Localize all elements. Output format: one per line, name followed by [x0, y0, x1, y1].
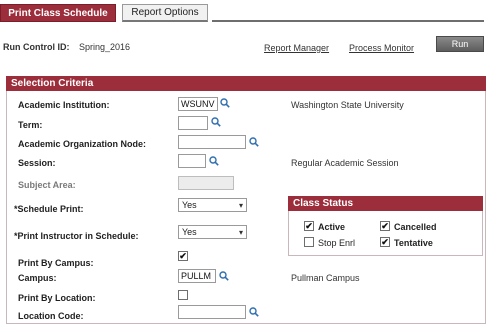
- chevron-down-icon: ▾: [238, 200, 243, 210]
- class-status-title: Class Status: [293, 198, 354, 209]
- session-description: Regular Academic Session: [291, 158, 399, 168]
- campus-input[interactable]: PULLM: [178, 269, 216, 283]
- term-label: Term:: [18, 120, 43, 130]
- academic-institution-description: Washington State University: [291, 100, 404, 110]
- checkmark-icon: ✔: [179, 250, 187, 261]
- checkmark-icon: ✔: [381, 220, 389, 231]
- location-code-input[interactable]: [178, 305, 246, 319]
- academic-org-node-label: Academic Organization Node:: [18, 139, 147, 149]
- print-by-location-checkbox[interactable]: [178, 290, 188, 300]
- print-by-campus-checkbox[interactable]: ✔: [178, 251, 188, 261]
- tab-print-class-schedule-label: Print Class Schedule: [8, 7, 108, 19]
- class-status-header: Class Status: [288, 196, 483, 211]
- print-instructor-label: *Print Instructor in Schedule:: [14, 231, 139, 241]
- tab-bar-divider: [212, 20, 484, 22]
- checkmark-icon: ✔: [381, 236, 389, 247]
- run-button[interactable]: Run: [436, 36, 484, 52]
- subject-area-input: [178, 176, 234, 190]
- run-control-value: Spring_2016: [79, 42, 131, 52]
- academic-org-node-input[interactable]: [178, 135, 246, 149]
- report-manager-link[interactable]: Report Manager: [264, 43, 329, 53]
- cancelled-checkbox[interactable]: ✔: [380, 221, 390, 231]
- chevron-down-icon: ▾: [238, 227, 243, 237]
- session-label: Session:: [18, 158, 56, 168]
- tab-report-options-label: Report Options: [131, 7, 199, 18]
- run-button-label: Run: [451, 39, 469, 49]
- schedule-print-label: *Schedule Print:: [14, 204, 84, 214]
- location-code-label: Location Code:: [18, 311, 84, 321]
- print-by-location-label: Print By Location:: [18, 293, 96, 303]
- selection-criteria-title: Selection Criteria: [11, 78, 94, 89]
- session-lookup-icon[interactable]: [209, 156, 219, 166]
- active-label: Active: [318, 222, 346, 232]
- tentative-label: Tentative: [394, 238, 433, 248]
- term-input[interactable]: [178, 116, 208, 130]
- cancelled-label: Cancelled: [394, 222, 437, 232]
- academic-institution-input[interactable]: WSUNV: [178, 97, 218, 111]
- checkmark-icon: ✔: [305, 220, 313, 231]
- stop-enrl-label: Stop Enrl: [318, 238, 356, 248]
- subject-area-label: Subject Area:: [18, 180, 76, 190]
- process-monitor-link[interactable]: Process Monitor: [349, 43, 414, 53]
- schedule-print-value: Yes: [182, 200, 197, 210]
- active-checkbox[interactable]: ✔: [304, 221, 314, 231]
- schedule-print-select[interactable]: Yes ▾: [178, 198, 247, 212]
- print-instructor-value: Yes: [182, 227, 197, 237]
- term-lookup-icon[interactable]: [211, 117, 221, 127]
- tentative-checkbox[interactable]: ✔: [380, 237, 390, 247]
- selection-criteria-header: Selection Criteria: [6, 76, 486, 91]
- tab-print-class-schedule[interactable]: Print Class Schedule: [0, 4, 116, 22]
- stop-enrl-checkbox[interactable]: [304, 237, 314, 247]
- academic-institution-label: Academic Institution:: [18, 100, 110, 110]
- campus-label: Campus:: [18, 273, 57, 283]
- print-instructor-select[interactable]: Yes ▾: [178, 225, 247, 239]
- campus-description: Pullman Campus: [291, 273, 360, 283]
- academic-org-node-lookup-icon[interactable]: [249, 137, 259, 147]
- print-by-campus-label: Print By Campus:: [18, 258, 94, 268]
- location-code-lookup-icon[interactable]: [249, 307, 259, 317]
- session-input[interactable]: [178, 154, 206, 168]
- academic-institution-lookup-icon[interactable]: [220, 98, 230, 108]
- campus-lookup-icon[interactable]: [219, 271, 229, 281]
- tab-report-options[interactable]: Report Options: [122, 4, 208, 22]
- run-control-label: Run Control ID:: [3, 42, 70, 52]
